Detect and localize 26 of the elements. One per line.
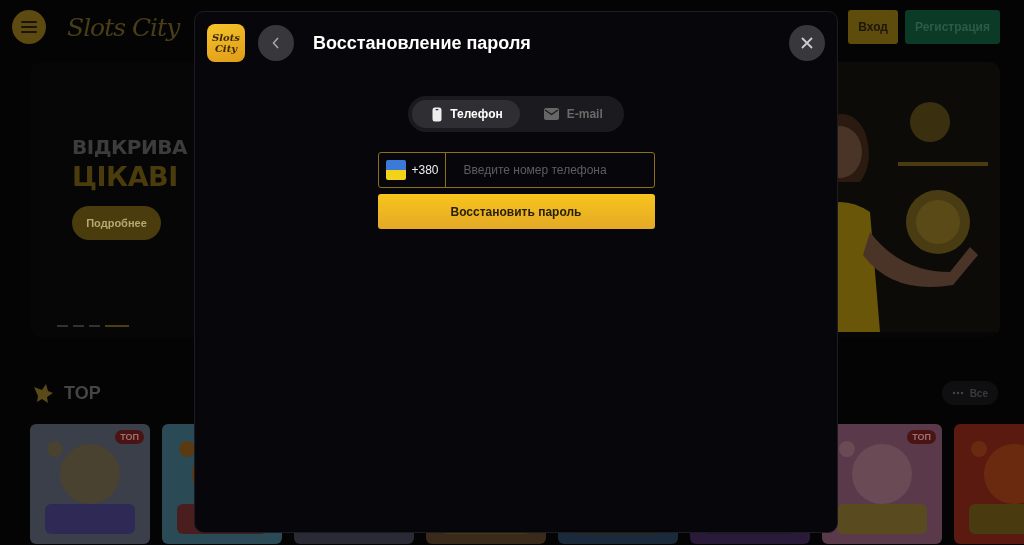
close-button[interactable] bbox=[789, 25, 825, 61]
recover-password-button[interactable]: Восстановить пароль bbox=[377, 194, 655, 229]
dialog-title: Восстановление пароля bbox=[313, 32, 531, 54]
details-button[interactable]: Подробнее bbox=[72, 206, 161, 240]
back-button[interactable] bbox=[258, 25, 294, 61]
top-badge: ТОП bbox=[907, 430, 936, 444]
tab[interactable]: E-mail bbox=[523, 100, 620, 128]
slide-indicator[interactable] bbox=[105, 325, 129, 327]
top-badge: ТОП bbox=[115, 430, 144, 444]
star-icon bbox=[32, 383, 54, 403]
envelope-icon bbox=[543, 108, 559, 120]
dots-icon bbox=[951, 391, 964, 395]
slide-indicator[interactable] bbox=[89, 325, 100, 327]
app-logo: Slots City bbox=[207, 24, 245, 62]
tab[interactable]: Телефон bbox=[412, 100, 520, 128]
slide-indicator[interactable] bbox=[57, 325, 68, 327]
phone-field[interactable]: +380 Введите номер телефона bbox=[377, 152, 655, 188]
menu-icon bbox=[21, 21, 37, 33]
slide-indicator[interactable] bbox=[73, 325, 84, 327]
section-title: TOP bbox=[64, 382, 101, 404]
menu-button[interactable] bbox=[12, 10, 46, 44]
hero-heading: ЦІКАВІ bbox=[72, 161, 179, 192]
ukraine-flag-icon bbox=[385, 160, 406, 180]
back-icon bbox=[272, 37, 280, 49]
close-icon bbox=[801, 37, 813, 49]
country-code[interactable]: +380 bbox=[411, 163, 439, 177]
